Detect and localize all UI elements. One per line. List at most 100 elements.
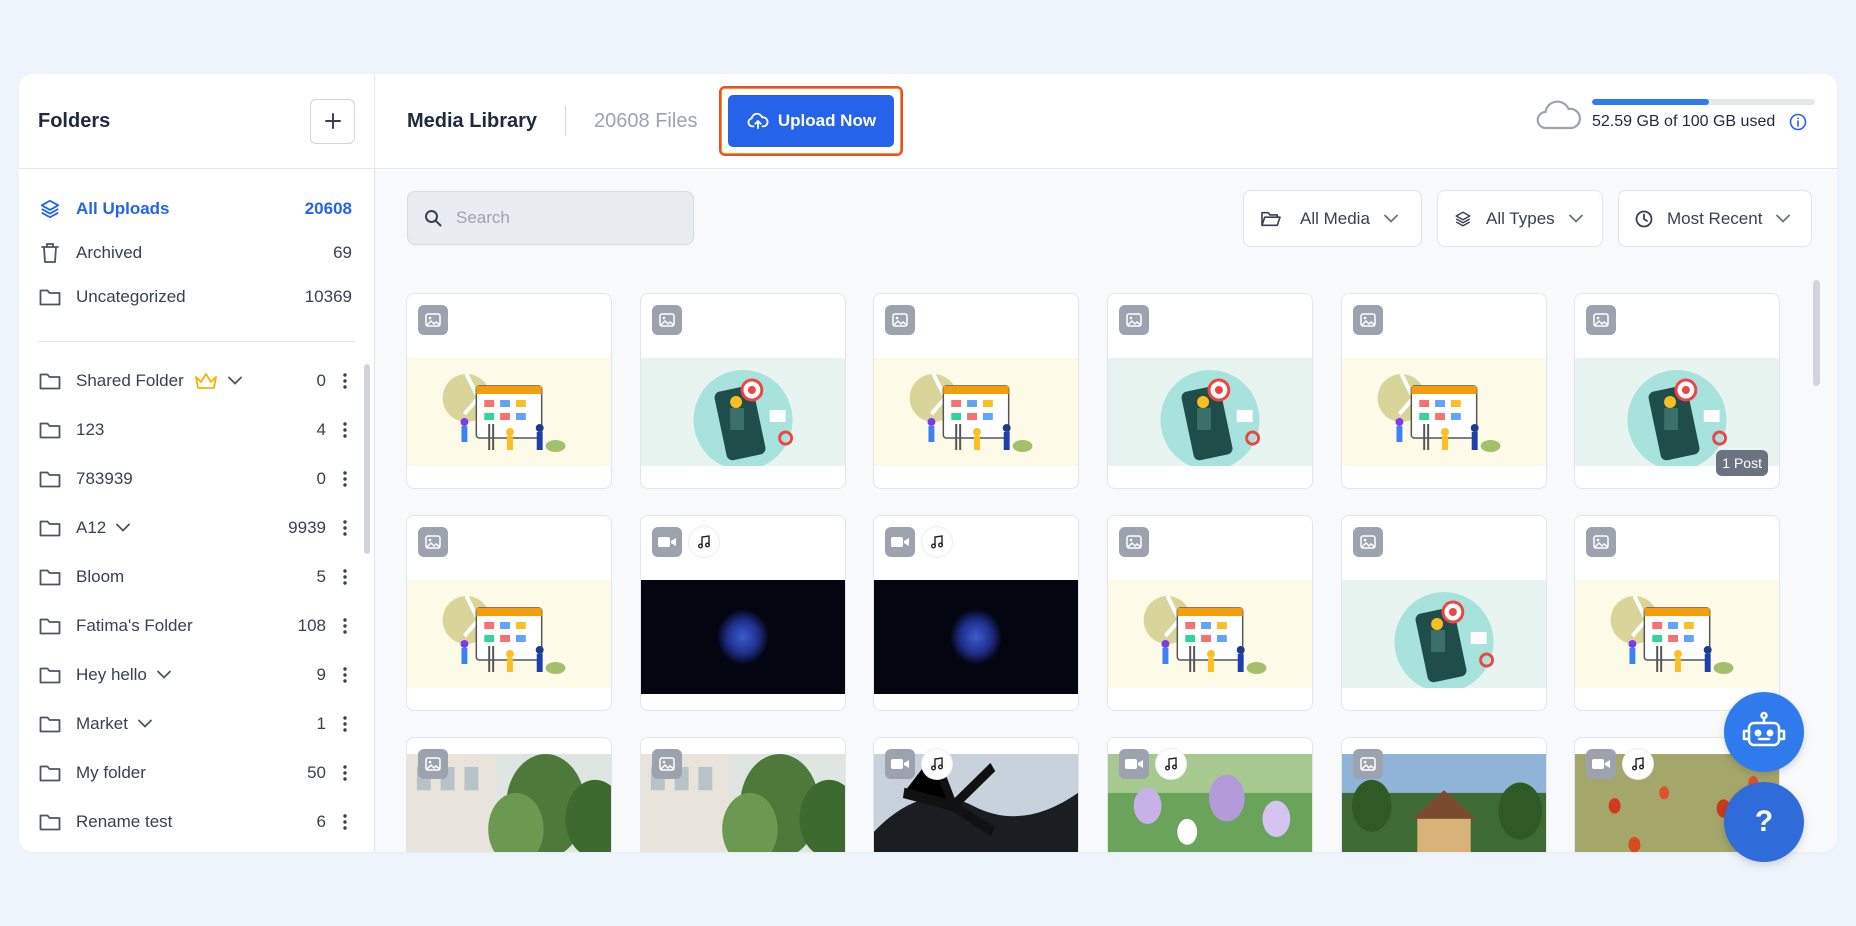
media-card[interactable] — [640, 515, 846, 711]
folder-item[interactable]: 783939 0 — [19, 454, 374, 503]
folder-item[interactable]: Rename test 6 — [19, 797, 374, 843]
music-note-icon — [689, 527, 719, 557]
media-card[interactable] — [873, 515, 1079, 711]
sidebar-item-label: All Uploads — [76, 199, 170, 218]
more-options-icon[interactable] — [336, 369, 354, 393]
folder-label: 123 — [76, 419, 105, 439]
more-options-icon[interactable] — [336, 810, 354, 834]
folder-icon — [38, 761, 62, 785]
sidebar-scrollbar[interactable] — [364, 364, 370, 554]
filter-label: Most Recent — [1667, 208, 1763, 228]
chevron-down-icon[interactable] — [116, 523, 131, 532]
image-type-icon — [652, 305, 682, 335]
folder-label: Shared Folder — [76, 370, 184, 390]
sort-dropdown[interactable]: Most Recent — [1618, 190, 1812, 247]
sidebar-item-count: 69 — [333, 243, 352, 262]
folder-item[interactable]: A12 9939 — [19, 503, 374, 552]
more-options-icon[interactable] — [336, 565, 354, 589]
folder-icon — [38, 369, 62, 393]
folder-count: 9 — [316, 664, 326, 684]
filter-bar: All Media All Types Most Recent — [1243, 190, 1812, 247]
media-thumbnail — [641, 580, 845, 694]
storage-progress-bar — [1592, 99, 1815, 105]
folders-sidebar: Folders All Uploads 20608 Archived 69 Un… — [19, 74, 375, 852]
image-type-icon — [1353, 527, 1383, 557]
folder-label: 783939 — [76, 468, 133, 488]
media-card[interactable] — [406, 293, 612, 489]
media-card[interactable] — [873, 737, 1079, 852]
media-card[interactable] — [640, 737, 846, 852]
more-options-icon[interactable] — [336, 418, 354, 442]
folder-label-group: Bloom — [76, 567, 124, 587]
search-box[interactable] — [407, 191, 694, 245]
more-options-icon[interactable] — [336, 761, 354, 785]
media-card[interactable] — [1341, 515, 1547, 711]
media-card[interactable] — [406, 737, 612, 852]
folder-label: Fatima's Folder — [76, 615, 193, 635]
folder-item[interactable]: Market 1 — [19, 699, 374, 748]
more-options-icon[interactable] — [336, 712, 354, 736]
robot-icon — [1742, 711, 1786, 747]
upload-now-button[interactable]: Upload Now — [728, 95, 895, 147]
media-card[interactable]: 1 Post — [1574, 293, 1780, 489]
folder-label-group: 783939 — [76, 469, 133, 489]
image-type-icon — [1119, 527, 1149, 557]
folder-label-group: Fatima's Folder — [76, 616, 193, 636]
folder-icon — [38, 467, 62, 491]
folder-item[interactable]: My folder 50 — [19, 748, 374, 797]
sidebar-item-count: 20608 — [304, 199, 352, 218]
info-icon[interactable] — [1789, 113, 1807, 131]
folder-item[interactable]: Shared Folder 0 — [19, 356, 374, 405]
media-card[interactable] — [1341, 293, 1547, 489]
crown-icon — [194, 372, 218, 390]
cloud-upload-icon — [747, 112, 769, 130]
post-count-badge: 1 Post — [1716, 450, 1768, 476]
main-scrollbar[interactable] — [1813, 280, 1820, 386]
folder-label: Rename test — [76, 811, 173, 831]
sidebar-item-uncategorized[interactable]: Uncategorized 10369 — [19, 275, 374, 319]
chevron-down-icon[interactable] — [138, 719, 152, 728]
folder-item[interactable]: 123 4 — [19, 405, 374, 454]
media-thumbnail — [1108, 358, 1312, 470]
sidebar-item-label: Uncategorized — [76, 287, 186, 306]
media-card[interactable] — [873, 293, 1079, 489]
folder-icon — [38, 565, 62, 589]
media-card[interactable] — [1107, 737, 1313, 852]
folder-item[interactable]: Hey hello 9 — [19, 650, 374, 699]
search-input[interactable] — [456, 208, 676, 228]
folder-item[interactable]: Bloom 5 — [19, 552, 374, 601]
sidebar-item-archived[interactable]: Archived 69 — [19, 231, 374, 275]
page-title: Media Library — [407, 109, 538, 132]
media-card[interactable] — [640, 293, 846, 489]
more-options-icon[interactable] — [336, 663, 354, 687]
folder-label: My folder — [76, 762, 146, 782]
chevron-down-icon[interactable] — [227, 376, 242, 385]
folder-count: 108 — [297, 615, 326, 635]
upload-highlight: Upload Now — [719, 86, 904, 156]
more-options-icon[interactable] — [336, 516, 354, 540]
media-card[interactable] — [1107, 293, 1313, 489]
sidebar-item-all-uploads[interactable]: All Uploads 20608 — [19, 187, 374, 231]
search-icon — [425, 210, 442, 227]
type-filter-dropdown[interactable]: All Types — [1437, 190, 1603, 247]
media-card[interactable] — [406, 515, 612, 711]
media-filter-dropdown[interactable]: All Media — [1243, 190, 1422, 247]
folder-label: A12 — [76, 517, 107, 537]
ai-assistant-button[interactable] — [1724, 692, 1804, 772]
music-note-icon — [1156, 749, 1186, 779]
help-button[interactable]: ? — [1724, 782, 1804, 862]
media-card[interactable] — [1341, 737, 1547, 852]
media-thumbnail — [874, 580, 1078, 694]
folder-label: Bloom — [76, 566, 125, 586]
more-options-icon[interactable] — [336, 614, 354, 638]
chevron-down-icon[interactable] — [156, 670, 171, 679]
chevron-down-icon — [1568, 214, 1583, 223]
folder-item[interactable]: Fatima's Folder 108 — [19, 601, 374, 650]
media-card[interactable] — [1107, 515, 1313, 711]
image-type-icon — [1119, 305, 1149, 335]
more-options-icon[interactable] — [336, 467, 354, 491]
add-folder-button[interactable] — [310, 98, 355, 144]
media-card[interactable] — [1574, 515, 1780, 711]
folder-count: 4 — [316, 419, 326, 439]
music-note-icon — [922, 749, 952, 779]
